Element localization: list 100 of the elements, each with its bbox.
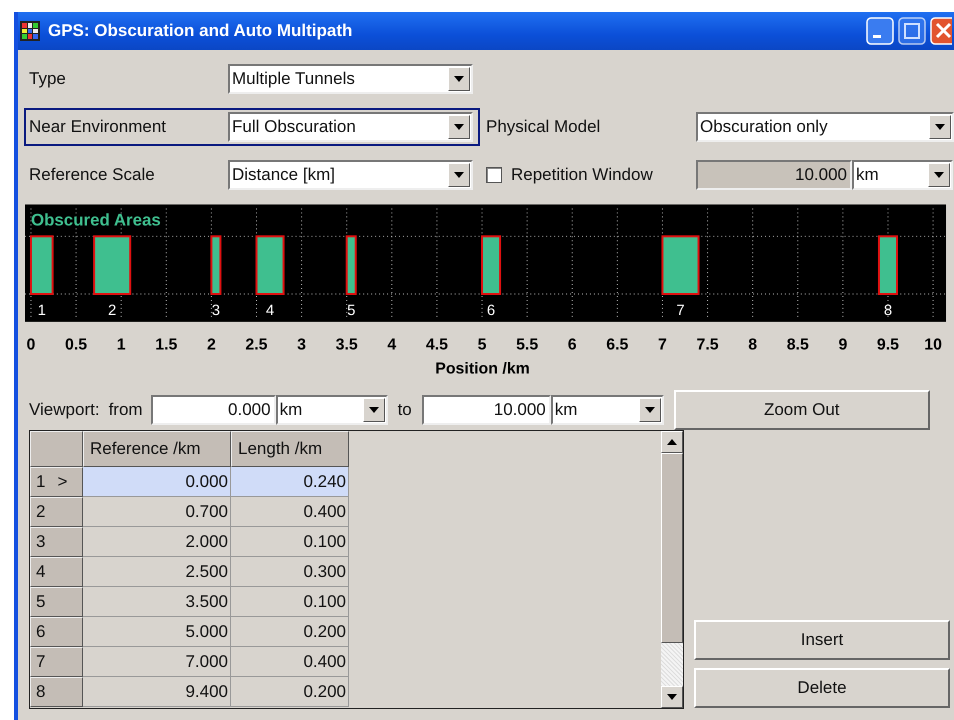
minimize-icon[interactable] [866, 17, 894, 45]
dropdown-arrow-icon [935, 124, 945, 130]
table-cell: 9.400 [83, 677, 231, 707]
from-label: from [108, 400, 143, 420]
area-number: 6 [486, 302, 496, 319]
axis-title: Position /km [435, 360, 530, 378]
obscured-area [661, 235, 700, 295]
table-cell: 2.500 [83, 557, 231, 587]
dropdown-arrow-icon [454, 76, 464, 82]
row-header[interactable]: 8 [30, 677, 83, 707]
area-number: 3 [212, 302, 220, 319]
table-cell: 0.240 [231, 467, 349, 497]
unit-dropdown[interactable]: km [550, 395, 664, 425]
axis-tick-label: 4.5 [426, 336, 448, 354]
dropdown-arrow-icon [454, 124, 464, 130]
to-label: to [398, 400, 412, 420]
area-number: 4 [266, 302, 274, 319]
area-number: 5 [347, 302, 356, 319]
obscured-area [878, 235, 898, 295]
insert-button[interactable]: Insert [694, 620, 950, 660]
table-cell: 5.000 [83, 617, 231, 647]
table-cell: 0.300 [231, 557, 349, 587]
axis-tick-label: 5 [478, 336, 486, 354]
close-icon[interactable] [930, 17, 952, 45]
dropdown[interactable]: Distance [km] [228, 160, 473, 190]
row-header[interactable]: 1 > [30, 467, 83, 497]
axis-tick-label: 9 [838, 336, 848, 354]
axis-tick-label: 3 [297, 336, 306, 354]
axis-tick-label: 0.5 [65, 336, 88, 354]
table-cell: 2.000 [83, 527, 231, 557]
viewport-label: Viewport: [29, 400, 100, 420]
dropdown-arrow-icon [368, 407, 379, 413]
table-cell: 0.200 [231, 677, 349, 707]
obscured-area [481, 235, 502, 295]
table-cell: 0.400 [231, 497, 349, 527]
corner-header [30, 431, 83, 467]
obscured-area [346, 235, 357, 295]
axis-tick-label: 10 [924, 336, 942, 354]
window-title: GPS: Obscuration and Auto Multipath [48, 21, 352, 41]
row-header[interactable]: 7 [30, 647, 83, 677]
scrollbar[interactable] [661, 431, 683, 708]
axis-tick-label: 3.5 [336, 336, 358, 354]
field-label: Reference Scale [29, 165, 156, 185]
dropdown-arrow-icon [454, 172, 464, 178]
field-label: Near Environment [29, 117, 168, 137]
axis-tick-label: 7 [658, 336, 667, 354]
column-header[interactable]: Length /km [231, 431, 349, 467]
axis-tick-label: 8 [748, 336, 758, 354]
checkbox-label: Repetition Window [511, 165, 653, 185]
row-header[interactable]: 4 [30, 557, 83, 587]
table-cell: 0.400 [231, 647, 349, 677]
area-number: 1 [38, 302, 46, 319]
table-cell: 0.200 [231, 617, 349, 647]
field-label: Type [29, 69, 67, 89]
axis-tick-label: 9.5 [876, 336, 900, 354]
unit-dropdown[interactable]: km [276, 395, 388, 425]
axis-tick-label: 6.5 [606, 336, 628, 354]
axis-tick-label: 1.5 [155, 336, 178, 354]
row-header[interactable]: 3 [30, 527, 83, 557]
axis-tick-label: 5.5 [516, 336, 538, 354]
dropdown-arrow-icon [644, 407, 655, 413]
axis-tick-label: 4 [387, 336, 396, 354]
area-number: 2 [108, 302, 116, 319]
table-cell: 0.100 [231, 527, 349, 557]
table-cell: 0.700 [83, 497, 231, 527]
obscured-area [93, 235, 132, 295]
app-icon [20, 21, 40, 41]
area-number: 8 [884, 302, 892, 319]
axis-tick-label: 7.5 [696, 336, 719, 354]
maximize-icon[interactable] [898, 17, 926, 45]
dropdown[interactable]: Full Obscuration [228, 112, 473, 142]
axis-tick-label: 6 [568, 336, 577, 354]
dropdown-arrow-icon [934, 172, 944, 178]
axis-tick-label: 1 [116, 336, 126, 354]
axis-tick-label: 2 [206, 336, 216, 354]
obscured-area [30, 235, 54, 295]
axis-tick-label: 0 [26, 336, 36, 354]
dropdown[interactable]: Obscuration only [696, 112, 954, 142]
row-header[interactable]: 2 [30, 497, 83, 527]
from-field[interactable]: 0.000 [150, 395, 276, 425]
scroll-down-icon [667, 694, 677, 700]
table-cell: 0.100 [231, 587, 349, 617]
row-header[interactable]: 6 [30, 617, 83, 647]
table-cell: 7.000 [83, 647, 231, 677]
axis-tick-label: 2.5 [245, 336, 268, 354]
to-field[interactable]: 10.000 [422, 395, 551, 425]
table-cell: 3.500 [83, 587, 231, 617]
scroll-thumb[interactable] [661, 453, 683, 643]
zoom-out-button[interactable]: Zoom Out [674, 390, 930, 430]
table-cell: 0.000 [83, 467, 231, 497]
area-number: 7 [676, 302, 685, 319]
scroll-up-icon [667, 439, 677, 445]
delete-button[interactable]: Delete [694, 668, 950, 708]
obscured-area [210, 235, 222, 295]
chart-title: Obscured Areas [30, 210, 161, 230]
column-header[interactable]: Reference /km [83, 431, 231, 467]
obscured-area [256, 235, 285, 295]
field-label: Physical Model [486, 117, 602, 137]
dropdown[interactable]: Multiple Tunnels [228, 64, 473, 94]
row-header[interactable]: 5 [30, 587, 83, 617]
